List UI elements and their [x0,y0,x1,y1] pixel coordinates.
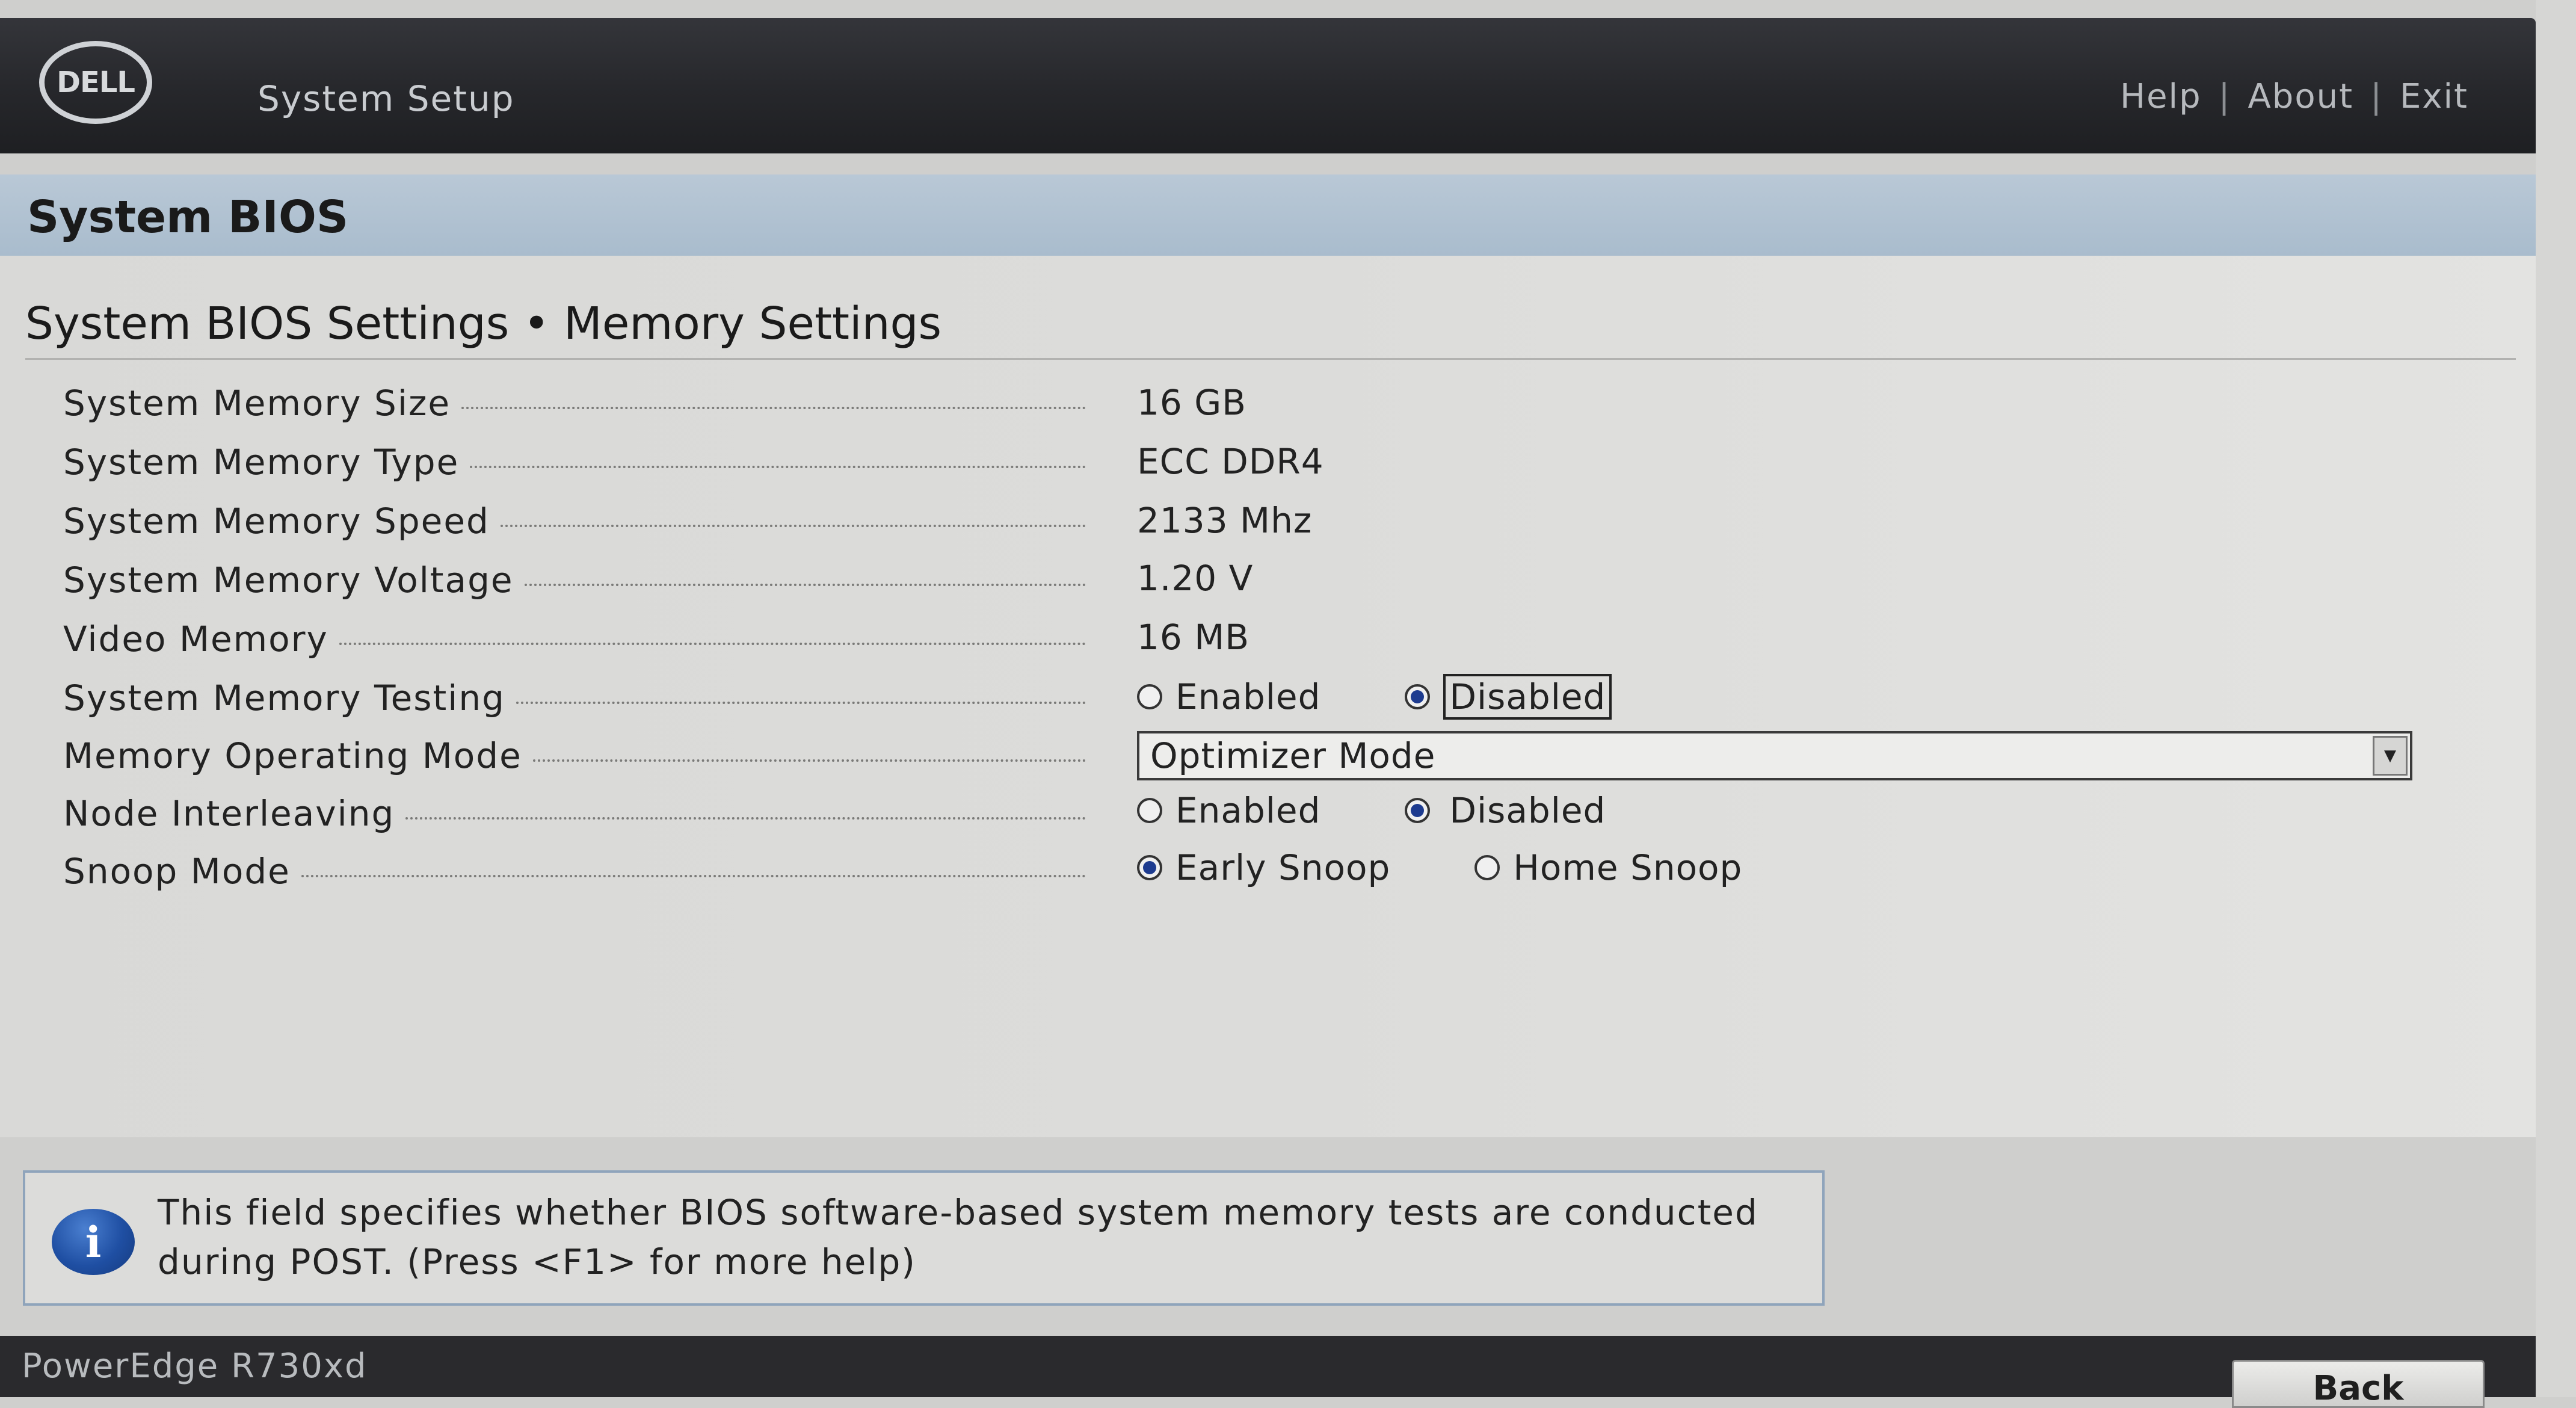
dropdown-arrow-icon[interactable]: ▼ [2373,736,2408,776]
memory-type-value: ECC DDR4 [1137,441,1324,482]
exit-link[interactable]: Exit [2400,77,2468,116]
radio-label: Enabled [1176,790,1321,831]
setting-row-memory-operating-mode: Memory Operating Mode [63,732,1086,780]
radio-label: Home Snoop [1513,847,1743,888]
logo-text: DELL [57,66,135,99]
setting-label: Node Interleaving [63,793,395,834]
screen-edge [2536,0,2576,1397]
setting-row-memory-voltage: System Memory Voltage [63,556,1086,604]
radio-selected-icon [1405,798,1431,823]
setting-row-snoop-mode: Snoop Mode [63,847,1086,895]
radio-label: Disabled [1449,790,1606,831]
memory-size-value: 16 GB [1137,382,1246,423]
leader-dots [524,584,1086,586]
section-title-bar: System BIOS [0,174,2536,256]
leader-dots [461,407,1086,409]
memory-operating-mode-select[interactable]: Optimizer Mode ▼ [1137,731,2412,780]
help-text-line: during POST. (Press <F1> for more help) [158,1241,916,1282]
info-icon: i [52,1209,135,1275]
setting-row-video-memory: Video Memory [63,615,1086,663]
home-snoop-radio[interactable]: Home Snoop [1474,847,1742,888]
node-interleaving-disabled-radio[interactable]: Disabled [1405,790,1612,831]
node-interleaving-radio-group: Enabled Disabled [1137,786,1612,835]
radio-unselected-icon [1137,798,1162,823]
memory-testing-radio-group: Enabled Disabled [1137,673,1612,721]
leader-dots [301,875,1086,877]
radio-selected-icon [1137,855,1162,880]
setting-row-memory-size: System Memory Size [63,379,1086,427]
setting-label: System Memory Voltage [63,560,514,601]
memory-testing-disabled-radio[interactable]: Disabled [1405,674,1612,720]
setting-row-memory-testing: System Memory Testing [63,674,1086,722]
video-memory-value: 16 MB [1137,617,1250,658]
bottom-bar: PowerEdge R730xd Back [0,1336,2536,1408]
help-box: i This field specifies whether BIOS soft… [23,1170,1825,1306]
radio-label: Enabled [1176,676,1321,717]
setting-row-memory-speed: System Memory Speed [63,497,1086,545]
leader-dots [500,525,1086,527]
setting-label: System Memory Type [63,442,460,483]
system-model: PowerEdge R730xd [22,1347,368,1386]
link-separator: | [2218,77,2231,116]
setting-label: System Memory Testing [63,678,505,718]
top-header: DELL System Setup Help | About | Exit [0,18,2536,153]
link-separator: | [2370,77,2383,116]
leader-dots [470,466,1086,468]
help-text: This field specifies whether BIOS softwa… [158,1188,1806,1286]
radio-label: Early Snoop [1176,847,1391,888]
radio-label: Disabled [1443,674,1612,720]
memory-speed-value: 2133 Mhz [1137,500,1313,541]
about-link[interactable]: About [2248,77,2354,116]
leader-dots [405,817,1086,820]
setting-label: Memory Operating Mode [63,735,522,776]
leader-dots [339,643,1086,645]
leader-dots [516,702,1086,704]
help-text-line: This field specifies whether BIOS softwa… [158,1192,1758,1233]
setting-label: System Memory Speed [63,501,490,542]
radio-selected-icon [1405,684,1431,709]
section-title: System BIOS [27,191,349,243]
leader-dots [532,759,1086,762]
radio-unselected-icon [1474,855,1500,880]
heading-divider [25,358,2516,360]
back-button[interactable]: Back [2232,1360,2485,1408]
radio-unselected-icon [1137,684,1162,709]
dell-logo: DELL [39,41,152,124]
top-links: Help | About | Exit [2120,77,2468,116]
node-interleaving-enabled-radio[interactable]: Enabled [1137,790,1320,831]
early-snoop-radio[interactable]: Early Snoop [1137,847,1390,888]
settings-panel: System BIOS Settings • Memory Settings S… [0,256,2536,1137]
memory-testing-enabled-radio[interactable]: Enabled [1137,676,1320,717]
select-value: Optimizer Mode [1150,735,1436,776]
setting-label: Video Memory [63,619,328,659]
setting-row-memory-type: System Memory Type [63,438,1086,486]
snoop-mode-radio-group: Early Snoop Home Snoop [1137,844,1742,892]
page-heading: System BIOS Settings • Memory Settings [25,298,941,350]
setting-label: System Memory Size [63,383,451,424]
setting-row-node-interleaving: Node Interleaving [63,789,1086,838]
app-title: System Setup [257,78,515,119]
memory-voltage-value: 1.20 V [1137,558,1254,599]
help-link[interactable]: Help [2120,77,2202,116]
setting-label: Snoop Mode [63,851,291,892]
